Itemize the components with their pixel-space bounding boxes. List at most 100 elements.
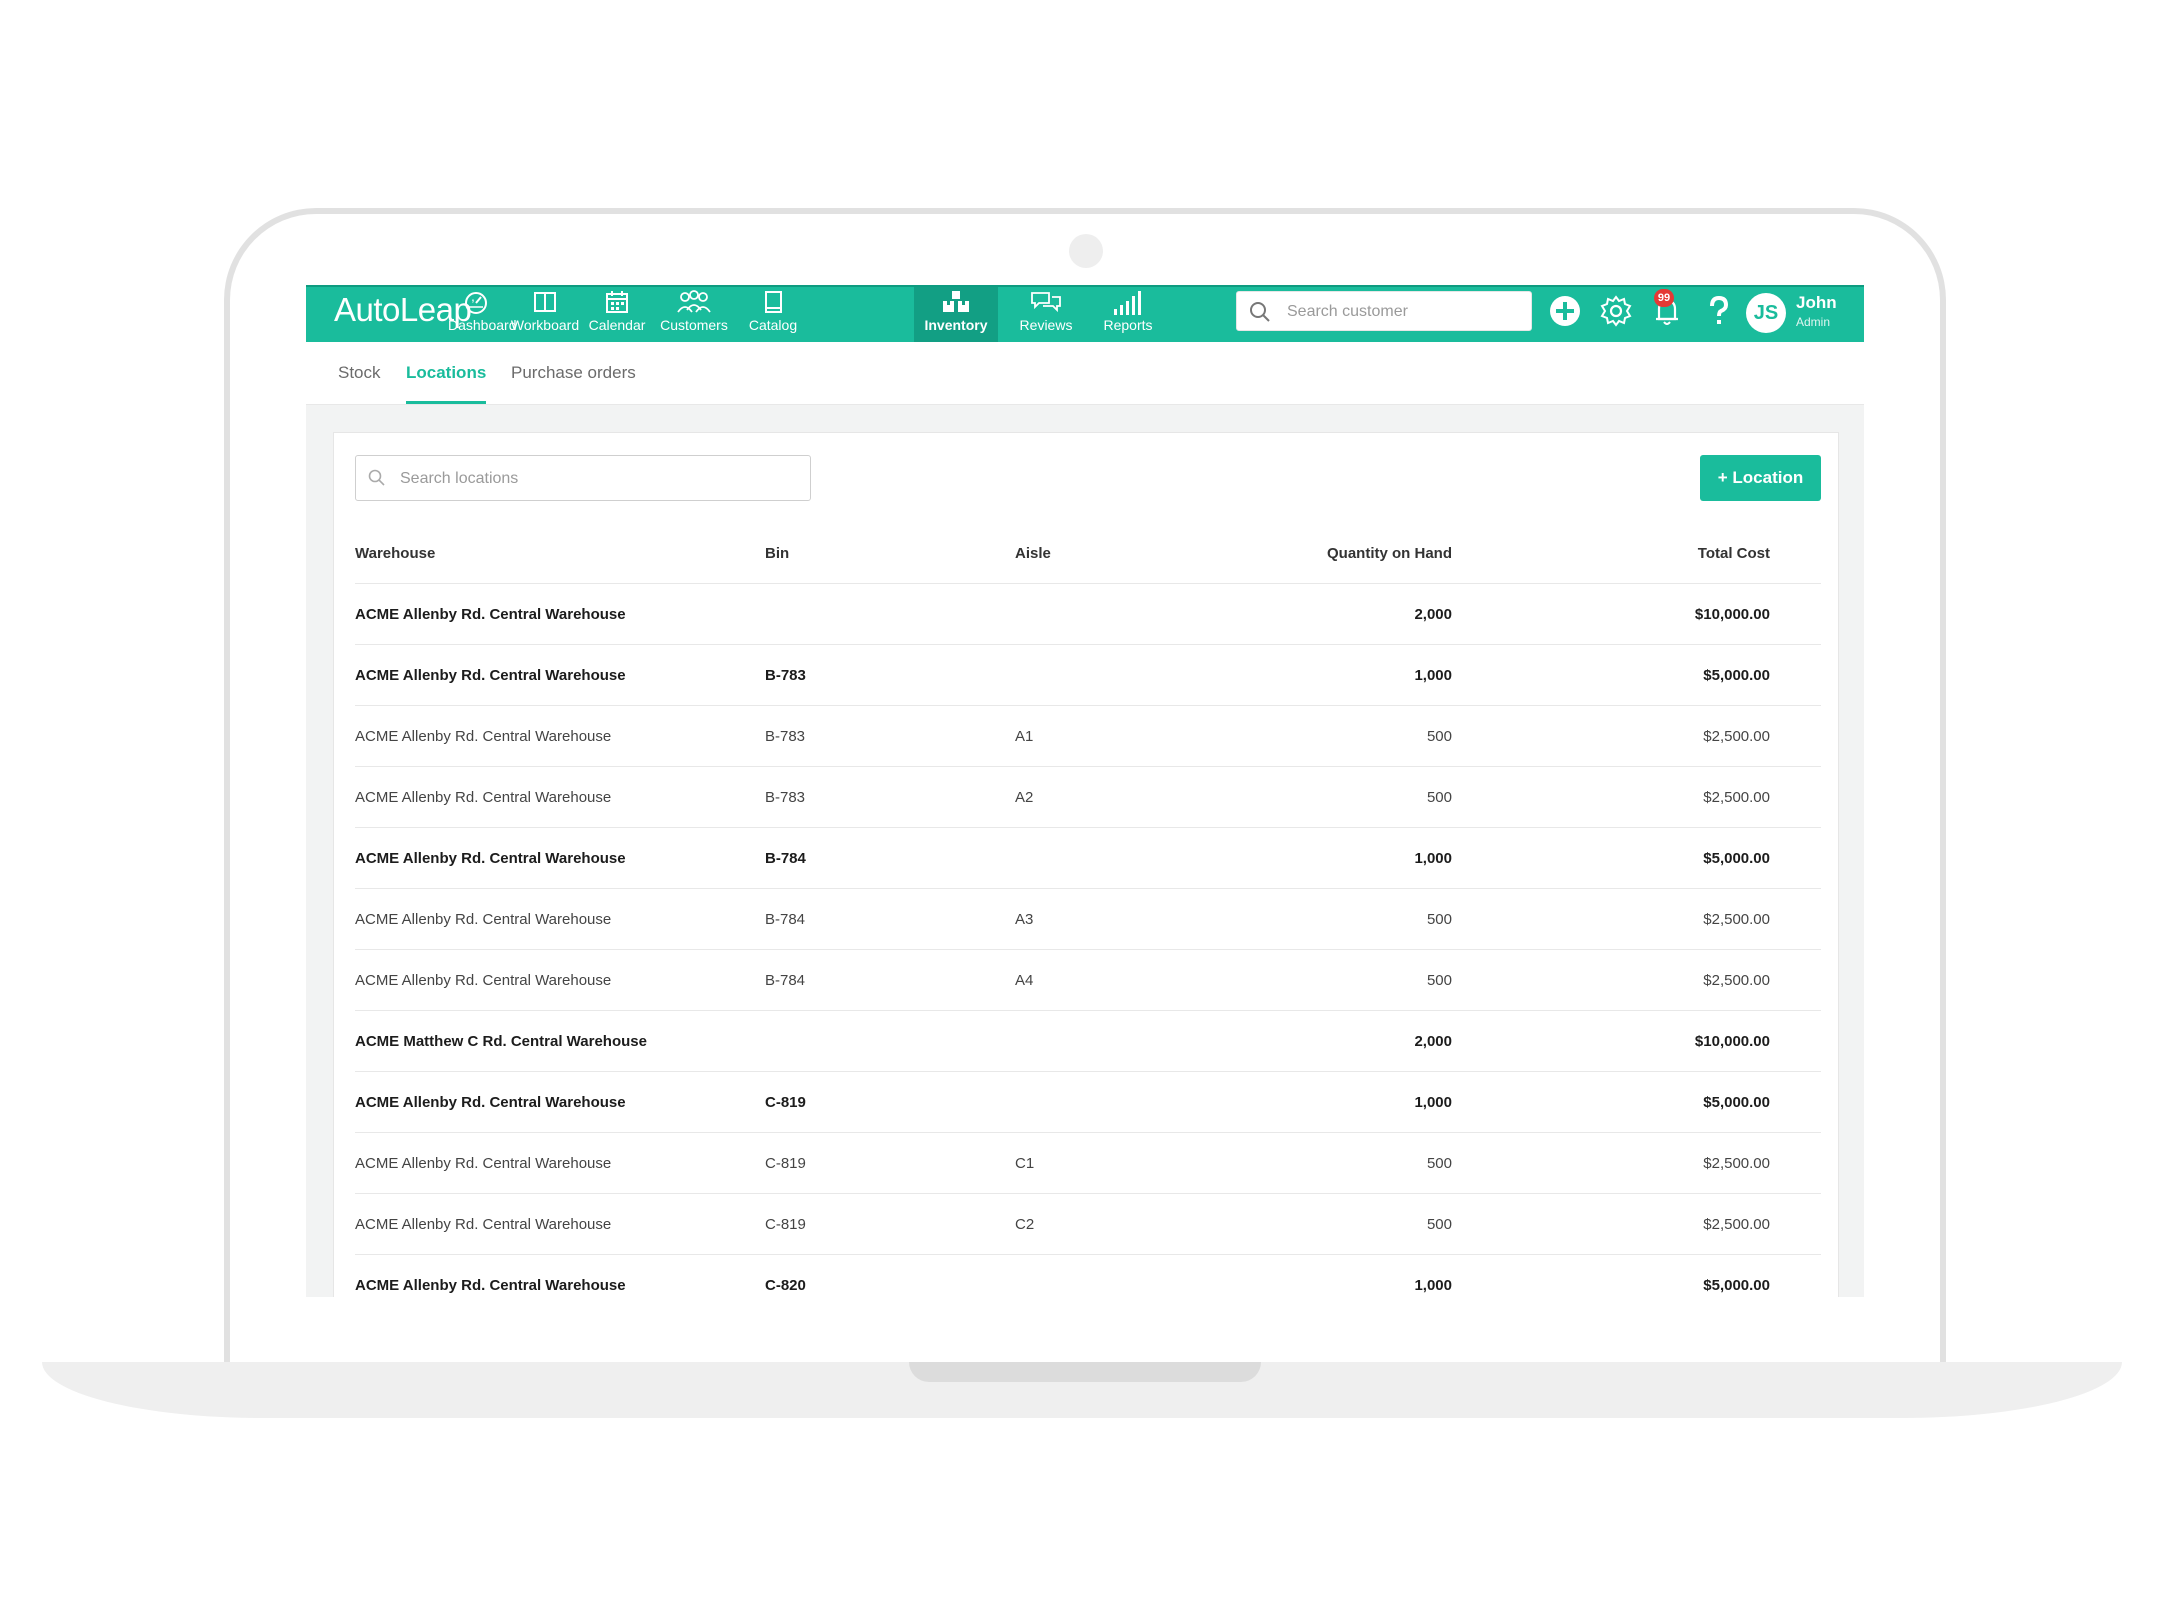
cell-spacer [1770,888,1821,950]
cell-aisle [1015,1254,1165,1297]
table-row[interactable]: ACME Allenby Rd. Central Warehouse C-820 1… [355,1254,1821,1297]
cell-spacer [1770,827,1821,889]
cell-spacer [1770,766,1821,828]
cell-quantity: 500 [1165,705,1452,767]
table-row[interactable]: ACME Allenby Rd. Central Warehouse C-819 1… [355,1071,1821,1133]
avatar[interactable]: JS [1746,293,1786,333]
nav-workboard[interactable]: Workboard [508,287,582,342]
cell-bin: B-784 [765,949,1015,1011]
table-row[interactable]: ACME Allenby Rd. Central Warehouse B-784 A… [355,888,1821,950]
question-mark-icon [1710,295,1729,324]
columns-icon [508,290,582,316]
table-row[interactable]: ACME Allenby Rd. Central Warehouse C-819 C… [355,1193,1821,1255]
chat-bubbles-icon [1014,290,1078,316]
column-header-aisle[interactable]: Aisle [1015,523,1165,584]
nav-inventory[interactable]: Inventory [914,287,998,342]
nav-reviews[interactable]: Reviews [1014,287,1078,342]
cell-total-cost: $10,000.00 [1452,583,1770,645]
cell-aisle: A1 [1015,705,1165,767]
boxes-icon [914,290,998,316]
locations-search-input[interactable] [398,456,802,502]
users-icon [654,290,734,316]
cell-quantity: 1,000 [1165,1254,1452,1297]
book-icon [742,290,804,316]
column-header-quantity[interactable]: Quantity on Hand [1165,523,1452,584]
locations-table-body: ACME Allenby Rd. Central Warehouse 2,000 $… [355,583,1821,1297]
cell-quantity: 500 [1165,1193,1452,1255]
cell-total-cost: $5,000.00 [1452,1071,1770,1133]
cell-quantity: 500 [1165,949,1452,1011]
calendar-icon [585,290,649,316]
cell-bin: C-819 [765,1071,1015,1133]
cell-spacer [1770,644,1821,706]
cell-total-cost: $2,500.00 [1452,888,1770,950]
cell-total-cost: $2,500.00 [1452,1193,1770,1255]
table-row[interactable]: ACME Allenby Rd. Central Warehouse C-819 C… [355,1132,1821,1194]
table-row[interactable]: ACME Allenby Rd. Central Warehouse B-783 1… [355,644,1821,706]
locations-table: Warehouse Bin Aisle Quantity on Hand Tot… [355,523,1821,1297]
cell-aisle [1015,1010,1165,1072]
cell-bin: B-783 [765,644,1015,706]
cell-quantity: 1,000 [1165,827,1452,889]
cell-warehouse: ACME Allenby Rd. Central Warehouse [355,1193,765,1255]
cell-bin: B-783 [765,766,1015,828]
nav-customers[interactable]: Customers [654,287,734,342]
cell-warehouse: ACME Allenby Rd. Central Warehouse [355,888,765,950]
cell-spacer [1770,1010,1821,1072]
cell-spacer [1770,949,1821,1011]
table-header-row: Warehouse Bin Aisle Quantity on Hand Tot… [355,523,1821,584]
cell-warehouse: ACME Allenby Rd. Central Warehouse [355,705,765,767]
cell-spacer [1770,1071,1821,1133]
table-row[interactable]: ACME Matthew C Rd. Central Warehouse 2,00… [355,1010,1821,1072]
column-header-warehouse[interactable]: Warehouse [355,523,765,584]
settings-button[interactable] [1599,294,1633,328]
cell-aisle: A4 [1015,949,1165,1011]
inventory-subnav: Stock Locations Purchase orders [306,342,1864,405]
nav-calendar[interactable]: Calendar [585,287,649,342]
app-screen: AutoLeap’ Dashboard Workboard Calendar C… [306,285,1864,1297]
table-row[interactable]: ACME Allenby Rd. Central Warehouse 2,000 $… [355,583,1821,645]
locations-panel: + Location Warehouse Bin Aisle Quantity … [333,432,1839,1297]
cell-spacer [1770,1132,1821,1194]
cell-total-cost: $2,500.00 [1452,949,1770,1011]
customer-search-input[interactable] [1285,292,1529,332]
cell-quantity: 2,000 [1165,583,1452,645]
tab-purchase-orders[interactable]: Purchase orders [511,342,636,404]
cell-bin: C-820 [765,1254,1015,1297]
table-row[interactable]: ACME Allenby Rd. Central Warehouse B-784 1… [355,827,1821,889]
locations-search-box [355,455,811,502]
user-name[interactable]: John [1796,293,1837,313]
laptop-camera [1069,234,1103,268]
tab-locations[interactable]: Locations [406,342,487,404]
column-header-bin[interactable]: Bin [765,523,1015,584]
nav-reports[interactable]: Reports [1097,287,1159,342]
cell-warehouse: ACME Allenby Rd. Central Warehouse [355,583,765,645]
cell-aisle: C2 [1015,1193,1165,1255]
help-button[interactable] [1702,294,1736,328]
cell-total-cost: $2,500.00 [1452,1132,1770,1194]
cell-aisle: A2 [1015,766,1165,828]
cell-bin [765,583,1015,645]
add-location-button[interactable]: + Location [1700,455,1821,501]
cell-spacer [1770,1193,1821,1255]
tab-stock[interactable]: Stock [338,342,381,404]
cell-aisle: C1 [1015,1132,1165,1194]
table-row[interactable]: ACME Allenby Rd. Central Warehouse B-784 A… [355,949,1821,1011]
cell-bin: B-784 [765,827,1015,889]
nav-catalog[interactable]: Catalog [742,287,804,342]
cell-total-cost: $5,000.00 [1452,827,1770,889]
cell-total-cost: $5,000.00 [1452,1254,1770,1297]
cell-warehouse: ACME Allenby Rd. Central Warehouse [355,766,765,828]
column-header-total-cost[interactable]: Total Cost [1452,523,1770,584]
cell-quantity: 500 [1165,888,1452,950]
cell-aisle [1015,827,1165,889]
cell-bin: C-819 [765,1132,1015,1194]
table-row[interactable]: ACME Allenby Rd. Central Warehouse B-783 A… [355,705,1821,767]
customer-search-box [1236,291,1532,332]
add-new-button[interactable] [1548,294,1582,328]
cell-bin: B-783 [765,705,1015,767]
cell-quantity: 1,000 [1165,1071,1452,1133]
nav-dashboard[interactable]: Dashboard [448,287,517,342]
cell-total-cost: $2,500.00 [1452,705,1770,767]
table-row[interactable]: ACME Allenby Rd. Central Warehouse B-783 A… [355,766,1821,828]
